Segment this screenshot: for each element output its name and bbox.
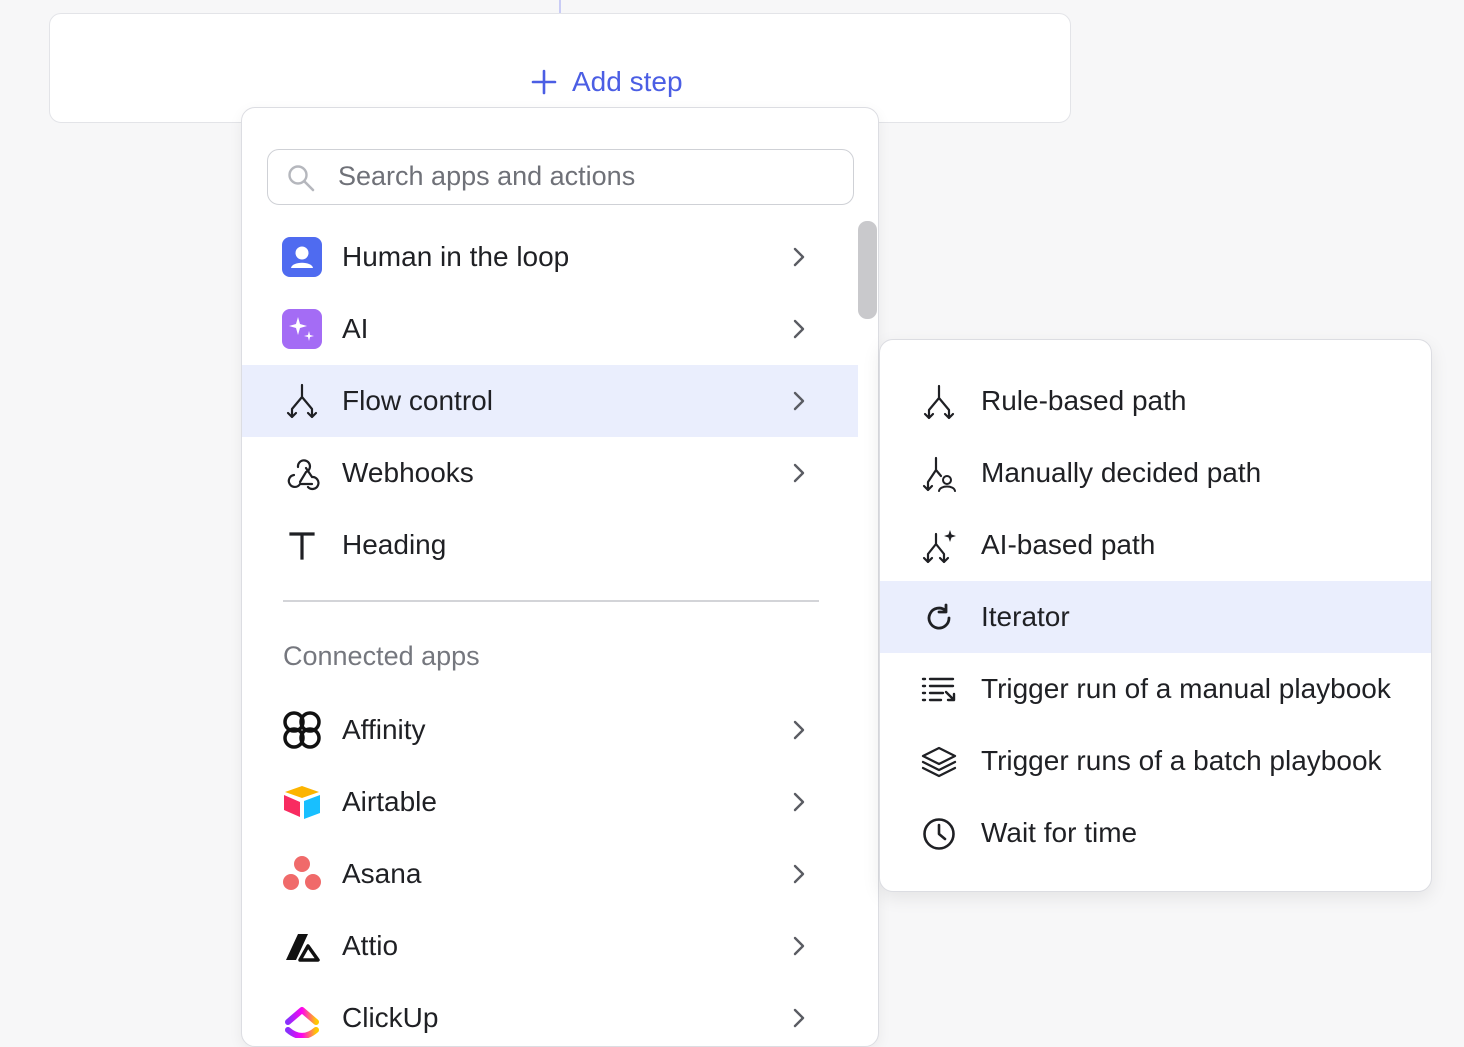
- menu-item-flow-control[interactable]: Flow control: [242, 365, 858, 437]
- webhook-icon: [282, 453, 322, 493]
- menu-item-label: Heading: [342, 529, 447, 560]
- menu-item-label: Human in the loop: [342, 241, 570, 272]
- attio-logo-icon: [282, 926, 322, 966]
- branch-icon: [920, 383, 958, 421]
- menu-item-label: Flow control: [342, 385, 493, 416]
- submenu-item-trigger-manual-playbook[interactable]: Trigger run of a manual playbook: [880, 653, 1431, 725]
- refresh-icon: [920, 599, 958, 637]
- add-step-button[interactable]: Add step: [530, 64, 683, 100]
- submenu-item-ai-based-path[interactable]: AI-based path: [880, 509, 1431, 581]
- submenu-item-label: AI-based path: [981, 529, 1156, 560]
- add-step-menu: Human in the loop AI Flow control: [241, 107, 879, 1047]
- menu-item-heading[interactable]: Heading: [242, 509, 858, 581]
- clock-icon: [920, 815, 958, 853]
- branch-sparkle-icon: [920, 527, 958, 565]
- branch-person-icon: [920, 455, 958, 493]
- submenu-item-label: Manually decided path: [981, 457, 1262, 488]
- sparkle-icon: [282, 309, 322, 349]
- clickup-logo-icon: [282, 998, 322, 1038]
- app-item-label: Attio: [342, 930, 399, 961]
- branch-icon: [282, 381, 322, 421]
- section-label-connected-apps: Connected apps: [283, 641, 480, 671]
- app-item-affinity[interactable]: Affinity: [242, 694, 858, 766]
- chevron-right-icon: [793, 319, 805, 339]
- menu-item-human-in-the-loop[interactable]: Human in the loop: [242, 221, 858, 293]
- submenu-item-label: Wait for time: [981, 817, 1138, 848]
- app-item-label: Airtable: [342, 786, 437, 817]
- flow-connector-line: [559, 0, 561, 14]
- flow-control-submenu: Rule-based path Manually decided path AI…: [879, 339, 1432, 892]
- asana-logo-icon: [282, 854, 322, 894]
- menu-item-ai[interactable]: AI: [242, 293, 858, 365]
- person-icon: [282, 237, 322, 277]
- chevron-right-icon: [793, 463, 805, 483]
- submenu-item-label: Rule-based path: [981, 385, 1187, 416]
- app-item-asana[interactable]: Asana: [242, 838, 858, 910]
- search-input[interactable]: [338, 150, 838, 203]
- chevron-right-icon: [793, 864, 805, 884]
- app-item-airtable[interactable]: Airtable: [242, 766, 858, 838]
- affinity-logo-icon: [282, 710, 322, 750]
- submenu-item-manually-decided-path[interactable]: Manually decided path: [880, 437, 1431, 509]
- submenu-item-rule-based-path[interactable]: Rule-based path: [880, 365, 1431, 437]
- layers-icon: [920, 743, 958, 781]
- menu-scrollbar-thumb[interactable]: [858, 221, 877, 319]
- app-item-label: Asana: [342, 858, 422, 889]
- submenu-item-wait-for-time[interactable]: Wait for time: [880, 797, 1431, 869]
- menu-item-label: Webhooks: [342, 457, 474, 488]
- submenu-item-iterator[interactable]: Iterator: [880, 581, 1431, 653]
- chevron-right-icon: [793, 936, 805, 956]
- menu-divider: [283, 600, 819, 602]
- chevron-right-icon: [793, 391, 805, 411]
- menu-item-webhooks[interactable]: Webhooks: [242, 437, 858, 509]
- search-icon: [288, 165, 315, 192]
- chevron-right-icon: [793, 792, 805, 812]
- submenu-item-trigger-batch-playbook[interactable]: Trigger runs of a batch playbook: [880, 725, 1431, 797]
- airtable-logo-icon: [282, 782, 322, 822]
- submenu-item-label: Trigger runs of a batch playbook: [981, 745, 1382, 776]
- submenu-item-label: Iterator: [981, 601, 1070, 632]
- chevron-right-icon: [793, 1008, 805, 1028]
- chevron-right-icon: [793, 247, 805, 267]
- plus-icon: [531, 69, 557, 95]
- app-item-label: Affinity: [342, 714, 426, 745]
- text-t-icon: [282, 525, 322, 565]
- submenu-item-label: Trigger run of a manual playbook: [981, 673, 1391, 704]
- menu-item-label: AI: [342, 313, 369, 344]
- search-box[interactable]: [267, 149, 854, 205]
- app-item-label: ClickUp: [342, 1002, 439, 1033]
- list-arrow-icon: [920, 671, 958, 709]
- add-step-label: Add step: [572, 66, 683, 97]
- app-item-clickup[interactable]: ClickUp: [242, 982, 858, 1046]
- app-item-attio[interactable]: Attio: [242, 910, 858, 982]
- chevron-right-icon: [793, 720, 805, 740]
